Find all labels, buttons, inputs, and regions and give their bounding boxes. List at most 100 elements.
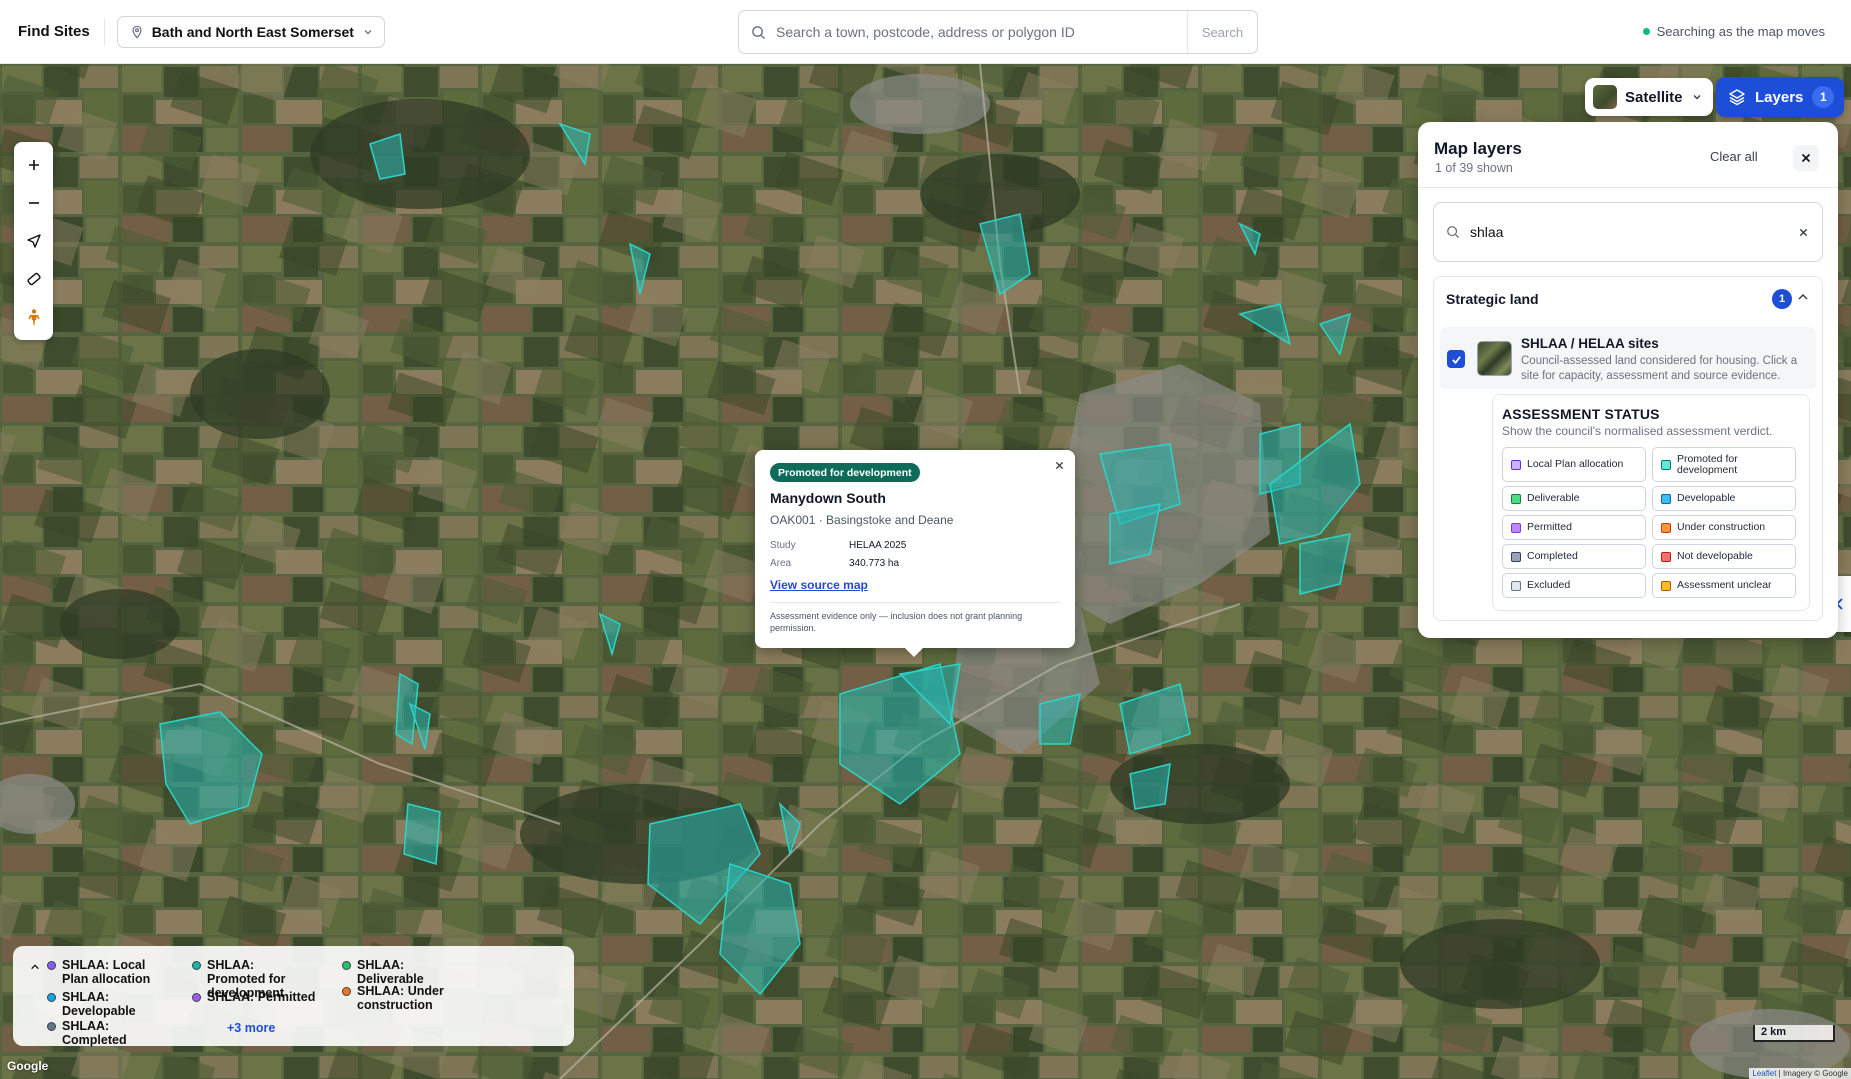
status-chip-label: Assessment unclear — [1677, 579, 1772, 591]
site-popup: Promoted for development Manydown South … — [755, 450, 1075, 657]
status-chip[interactable]: Assessment unclear — [1652, 573, 1796, 598]
status-chips: Local Plan allocation Promoted for develo… — [1502, 447, 1804, 598]
close-icon — [1801, 153, 1811, 163]
location-pin-icon — [132, 25, 142, 39]
study-label: Study — [770, 540, 796, 551]
close-panel-button[interactable] — [1793, 145, 1819, 171]
status-chip-label: Developable — [1677, 492, 1736, 504]
disclaimer-note: Assessment evidence only — inclusion doe… — [770, 611, 1023, 633]
clear-search-icon[interactable] — [1799, 228, 1808, 237]
basemap-label: Satellite — [1625, 88, 1683, 106]
layers-button[interactable]: Layers 1 — [1716, 77, 1845, 117]
status-chip-label: Excluded — [1527, 579, 1571, 591]
layer-group-strategic-land: Strategic land 1 SHLAA / HELAA sites Cou… — [1433, 276, 1823, 621]
layer-search-field — [1433, 202, 1823, 262]
color-swatch-icon — [1511, 551, 1521, 562]
status-chip[interactable]: Completed — [1502, 544, 1646, 569]
legend-swatch-icon — [342, 961, 351, 970]
google-logo: Google — [7, 1059, 49, 1073]
status-chip-label: Not developable — [1677, 550, 1753, 562]
legend-more-link[interactable]: +3 more — [227, 1021, 275, 1035]
basemap-selector[interactable]: Satellite — [1585, 78, 1713, 116]
status-chip[interactable]: Deliverable — [1502, 486, 1646, 511]
search-bar: Search — [738, 10, 1258, 54]
color-swatch-icon — [1661, 551, 1671, 562]
layer-search-input[interactable] — [1470, 224, 1799, 240]
legend-item: SHLAA: Developable — [47, 990, 177, 1018]
map-controls — [14, 142, 53, 340]
color-swatch-icon — [1661, 493, 1671, 504]
zoom-in-button[interactable] — [14, 146, 53, 184]
status-dot-icon — [1642, 28, 1650, 35]
legend-item: SHLAA: Deliverable — [342, 958, 472, 986]
map-attribution: Leaflet | Imagery © Google — [1749, 1068, 1851, 1079]
navigation-arrow-icon — [26, 234, 41, 248]
view-source-map-link[interactable]: View source map — [770, 578, 868, 592]
legend-label: SHLAA: Permitted — [207, 990, 316, 1004]
region-label: Bath and North East Somerset — [151, 23, 354, 40]
layer-checkbox[interactable] — [1447, 350, 1465, 368]
status-chip[interactable]: Not developable — [1652, 544, 1796, 569]
status-chip[interactable]: Local Plan allocation — [1502, 447, 1646, 482]
color-swatch-icon — [1661, 580, 1671, 591]
color-swatch-icon — [1511, 459, 1521, 470]
study-row: Study HELAA 2025 — [770, 540, 906, 551]
satellite-thumbnail — [1593, 85, 1617, 109]
legend-item: SHLAA: Completed — [47, 1019, 177, 1047]
ruler-icon — [26, 272, 41, 286]
legend-label: SHLAA: Under construction — [357, 984, 444, 1012]
status-chip-label: Permitted — [1527, 521, 1572, 533]
divider — [103, 17, 105, 46]
legend-item: SHLAA: Under construction — [342, 984, 472, 1012]
group-title: Strategic land — [1446, 291, 1539, 307]
legend-label: SHLAA: Deliverable — [357, 958, 424, 986]
color-swatch-icon — [1661, 522, 1671, 533]
search-button[interactable]: Search — [1187, 11, 1257, 53]
top-bar: Find Sites Bath and North East Somerset … — [0, 0, 1851, 64]
status-chip[interactable]: Permitted — [1502, 515, 1646, 540]
chevron-down-icon — [1693, 95, 1701, 100]
status-text: Searching as the map moves — [1656, 24, 1825, 39]
search-icon — [752, 25, 766, 39]
area-row: Area 340.773 ha — [770, 558, 899, 569]
color-swatch-icon — [1511, 493, 1521, 504]
status-chip-label: Deliverable — [1527, 492, 1580, 504]
divider — [770, 602, 1060, 603]
search-input[interactable] — [776, 24, 1187, 40]
search-icon — [1447, 226, 1460, 239]
status-chip-label: Promoted for development — [1677, 452, 1738, 476]
legend-swatch-icon — [192, 993, 201, 1002]
legend-item: SHLAA: Permitted — [192, 990, 322, 1004]
group-count-badge: 1 — [1772, 289, 1792, 309]
status-chip[interactable]: Excluded — [1502, 573, 1646, 598]
color-swatch-icon — [1661, 459, 1671, 470]
site-meta: OAK001 · Basingstoke and Deane — [770, 513, 954, 527]
street-view-button[interactable] — [14, 298, 53, 336]
layer-description: Council-assessed land considered for hou… — [1521, 355, 1798, 382]
locate-button[interactable] — [14, 222, 53, 260]
status-chip[interactable]: Promoted for development — [1652, 447, 1796, 482]
status-chip[interactable]: Under construction — [1652, 515, 1796, 540]
panel-title: Map layers — [1434, 139, 1522, 158]
clear-all-button[interactable]: Clear all — [1710, 149, 1758, 164]
panel-header: Map layers 1 of 39 shown Clear all — [1418, 122, 1838, 188]
layer-row-shlaa[interactable]: SHLAA / HELAA sites Council-assessed lan… — [1440, 327, 1816, 389]
color-swatch-icon — [1511, 522, 1521, 533]
chevron-up-icon[interactable] — [30, 962, 40, 972]
status-chip[interactable]: Developable — [1652, 486, 1796, 511]
panel-subtitle: 1 of 39 shown — [1435, 161, 1513, 175]
close-icon[interactable] — [1055, 461, 1064, 470]
measure-button[interactable] — [14, 260, 53, 298]
zoom-out-button[interactable] — [14, 184, 53, 222]
legend-item: SHLAA: Local Plan allocation — [47, 958, 171, 986]
leaflet-link[interactable]: Leaflet — [1752, 1069, 1776, 1078]
legend-label: SHLAA: Completed — [62, 1019, 127, 1047]
region-selector[interactable]: Bath and North East Somerset — [116, 15, 385, 48]
chevron-down-icon — [364, 29, 372, 34]
legend-swatch-icon — [342, 987, 351, 996]
search-status: Searching as the map moves — [1642, 24, 1825, 39]
map-legend: SHLAA: Local Plan allocation SHLAA: Promo… — [13, 946, 574, 1047]
chevron-up-icon[interactable] — [1796, 290, 1810, 304]
layer-thumbnail — [1477, 341, 1512, 376]
area-label: Area — [770, 558, 792, 569]
